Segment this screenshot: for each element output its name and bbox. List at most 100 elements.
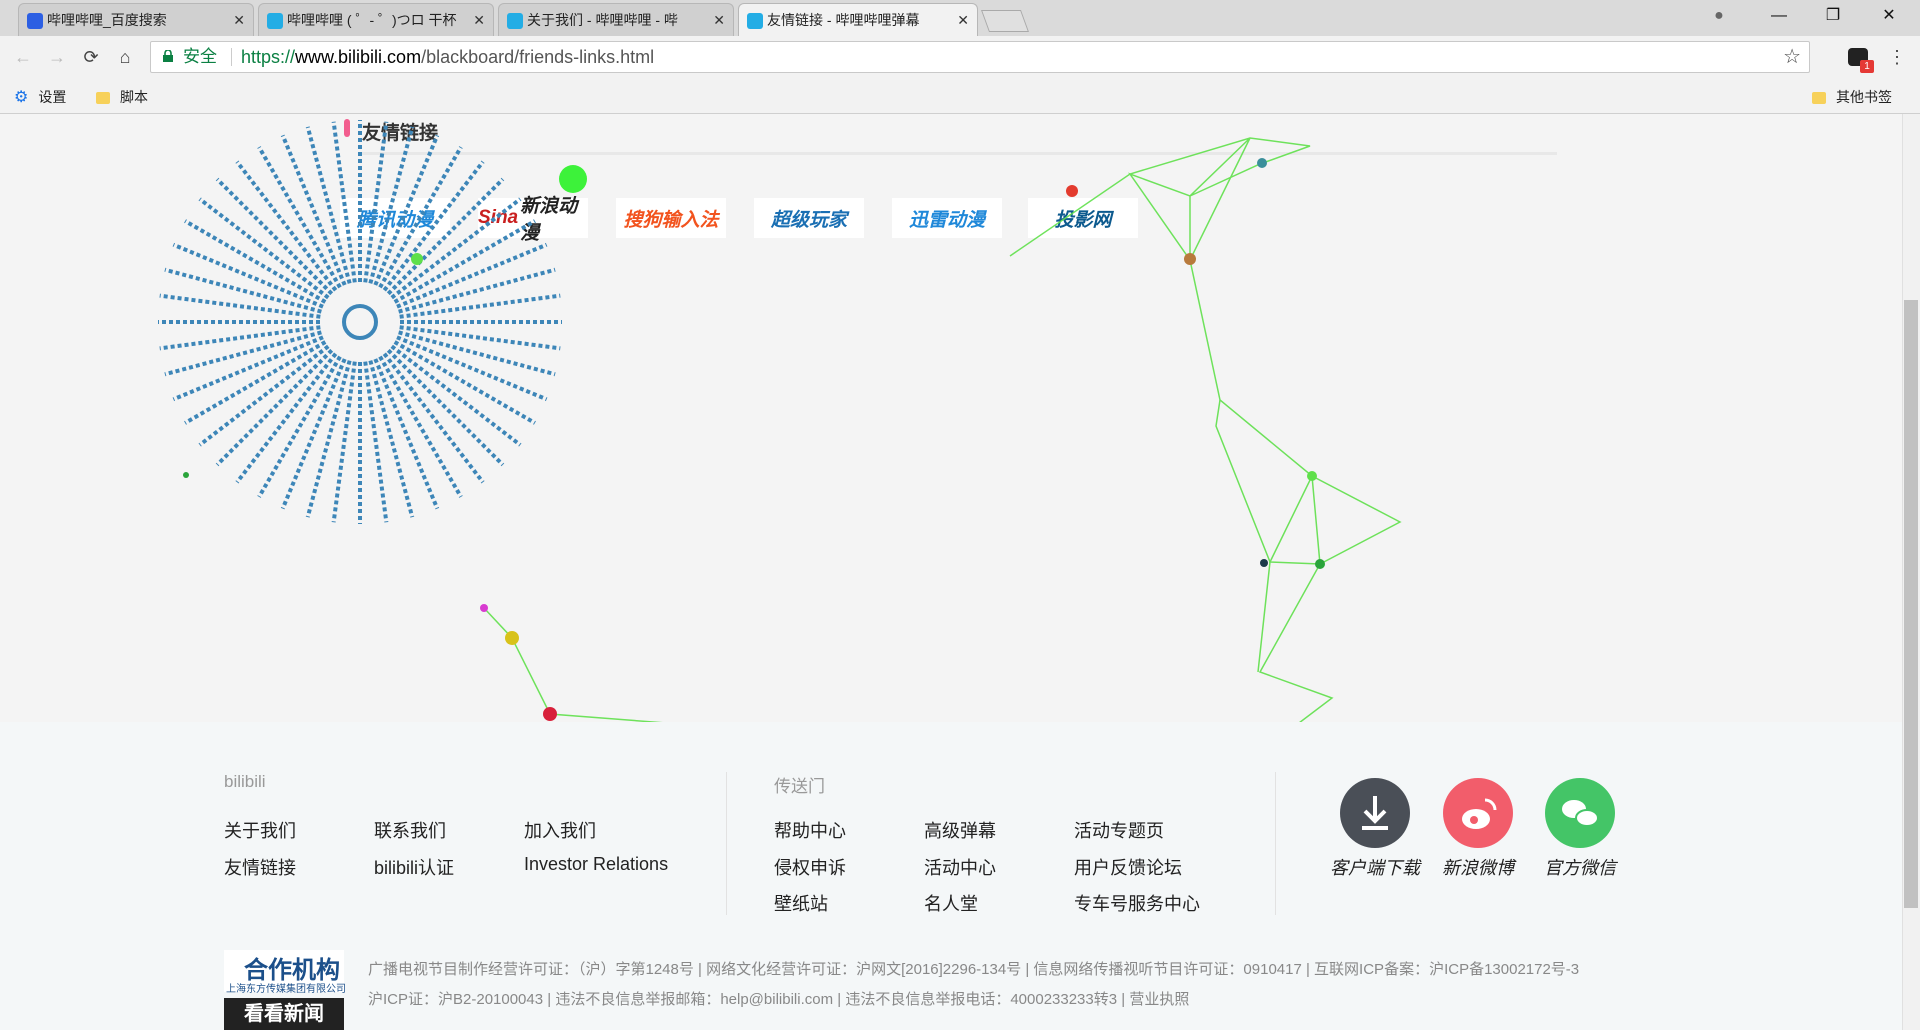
partner-logo-text: 迅雷动漫 <box>908 209 985 231</box>
bookmark-script[interactable]: 脚本 <box>96 88 148 106</box>
footer-link-events-topic[interactable]: 活动专题页 <box>1074 817 1164 843</box>
burst-ray <box>184 340 327 425</box>
partner-logo-text: 腾讯动漫 <box>356 209 433 231</box>
new-tab-button[interactable] <box>980 10 1030 32</box>
weibo-label: 新浪微博 <box>1442 858 1514 878</box>
partner-logo-sina-comic[interactable]: Sina 新浪动漫 <box>478 196 588 244</box>
divider <box>231 48 232 66</box>
burst-ray <box>305 360 352 518</box>
tab-close-button[interactable]: ✕ <box>473 4 485 36</box>
kankan-news-logo[interactable]: 看看新闻 <box>224 998 344 1030</box>
baidu-paw-icon <box>27 13 43 29</box>
burst-ray <box>235 352 338 484</box>
download-icon <box>1362 796 1388 830</box>
scrollbar-thumb[interactable] <box>1904 300 1918 908</box>
network-nodes <box>183 158 1325 762</box>
partner-logo-sogou-input[interactable]: 搜狗输入法 <box>616 198 726 238</box>
url-scheme: https:// <box>241 47 296 67</box>
footer-link-investor[interactable]: Investor Relations <box>524 854 668 875</box>
burst-ray <box>399 325 561 351</box>
network-lines <box>483 137 1402 813</box>
footer-link-feedback[interactable]: 用户反馈论坛 <box>1074 854 1182 880</box>
footer-link-join[interactable]: 加入我们 <box>524 817 596 843</box>
burst-ray <box>280 134 347 286</box>
footer-link-about[interactable]: 关于我们 <box>224 817 296 843</box>
profile-icon[interactable]: ● <box>1696 0 1742 32</box>
burst-ray <box>172 242 324 309</box>
tab-friends-links[interactable]: 友情链接 - 哔哩哔哩弹幕 ✕ <box>738 3 978 36</box>
footer-link-verify[interactable]: bilibili认证 <box>374 854 454 880</box>
partner-logo-text: 新浪动漫 <box>520 196 578 244</box>
client-download-label: 客户端下载 <box>1330 858 1420 878</box>
partner-logo-text: 搜狗输入法 <box>623 209 719 231</box>
tab-close-button[interactable]: ✕ <box>233 4 245 36</box>
extension-badge: 1 <box>1860 60 1874 73</box>
weibo-icon <box>1462 798 1497 829</box>
weibo-button[interactable] <box>1443 778 1513 848</box>
minimize-button[interactable]: — <box>1756 0 1802 32</box>
footer-link-advanced-danmaku[interactable]: 高级弹幕 <box>924 817 996 843</box>
bilibili-tv-icon <box>507 13 523 29</box>
partner-logo-prefix: Sina <box>478 207 519 228</box>
tab-title: 哔哩哔哩_百度搜索 <box>47 12 167 28</box>
tab-close-button[interactable]: ✕ <box>957 4 969 36</box>
wechat-button[interactable] <box>1545 778 1615 848</box>
footer-link-contact[interactable]: 联系我们 <box>374 817 446 843</box>
burst-center <box>342 304 378 340</box>
tab-close-button[interactable]: ✕ <box>713 4 725 36</box>
footer-link-friends[interactable]: 友情链接 <box>224 854 296 880</box>
bookmark-star-icon[interactable]: ☆ <box>1783 42 1801 72</box>
footer-link-car-service[interactable]: 专车号服务中心 <box>1074 890 1200 916</box>
back-button[interactable]: ← <box>10 44 36 70</box>
title-divider <box>362 152 1557 155</box>
footer-link-hall-of-fame[interactable]: 名人堂 <box>924 890 978 916</box>
url-host: www.bilibili.com <box>295 47 422 67</box>
tab-baidu[interactable]: 哔哩哔哩_百度搜索 ✕ <box>18 3 254 36</box>
burst-ray <box>235 160 338 292</box>
license-text-line1: 广播电视节目制作经营许可证：（沪）字第1248号 | 网络文化经营许可证：沪网文… <box>368 961 1580 978</box>
secure-label: 安全 <box>183 47 217 66</box>
forward-button[interactable]: → <box>44 44 70 70</box>
tab-about[interactable]: 关于我们 - 哔哩哔哩 - 哔 ✕ <box>498 3 734 36</box>
client-download-button[interactable] <box>1340 778 1410 848</box>
section-title-marker <box>344 119 350 137</box>
burst-ray <box>390 344 522 447</box>
browser-menu-button[interactable]: ⋮ <box>1884 44 1910 70</box>
wechat-label: 官方微信 <box>1544 858 1616 878</box>
partner-org-subtitle: 上海东方传媒集团有限公司 <box>226 984 346 995</box>
burst-ray <box>184 219 327 304</box>
burst-ray <box>159 325 321 351</box>
bookmark-other[interactable]: 其他书签 <box>1812 88 1892 106</box>
address-bar[interactable]: 安全 https://www.bilibili.com/blackboard/f… <box>150 41 1810 73</box>
bookmark-settings[interactable]: ⚙ 设置 <box>14 88 66 107</box>
burst-ray <box>398 330 556 377</box>
footer-link-wallpaper[interactable]: 壁纸站 <box>774 890 828 916</box>
restore-button[interactable]: ❐ <box>1810 0 1856 32</box>
footer-divider <box>1275 772 1276 915</box>
burst-ray <box>215 348 334 467</box>
burst-ray <box>363 361 389 523</box>
burst-ray <box>215 177 334 296</box>
footer-link-help[interactable]: 帮助中心 <box>774 817 846 843</box>
burst-ray <box>382 352 485 484</box>
radial-burst <box>158 120 562 524</box>
burst-ray <box>198 344 330 447</box>
footer-col2-title: 传送门 <box>774 777 825 796</box>
url-text[interactable]: https://www.bilibili.com/blackboard/frie… <box>241 42 654 72</box>
partner-logo-tencent-comic[interactable]: 腾讯动漫 <box>340 198 450 238</box>
footer-col1-title: bilibili <box>224 772 266 791</box>
close-window-button[interactable]: ✕ <box>1866 0 1912 32</box>
lock-icon <box>163 50 173 62</box>
footer-link-report[interactable]: 侵权申诉 <box>774 854 846 880</box>
partner-logo-xunlei-anime[interactable]: 迅雷动漫 <box>892 198 1002 238</box>
partner-logo-sgamer[interactable]: 超级玩家 <box>754 198 864 238</box>
home-button[interactable]: ⌂ <box>112 44 138 70</box>
footer-link-events-center[interactable]: 活动中心 <box>924 854 996 880</box>
burst-ray <box>280 358 347 510</box>
partner-logo-touying[interactable]: 投影网 <box>1028 198 1138 238</box>
bilibili-tv-icon <box>747 13 763 29</box>
gear-icon: ⚙ <box>14 89 29 106</box>
reload-button[interactable]: ⟳ <box>78 44 104 70</box>
tab-bilibili-home[interactable]: 哔哩哔哩 ( ゜- ゜)つロ 干杯 ✕ <box>258 3 494 36</box>
partner-logo-text: 超级玩家 <box>770 209 847 231</box>
